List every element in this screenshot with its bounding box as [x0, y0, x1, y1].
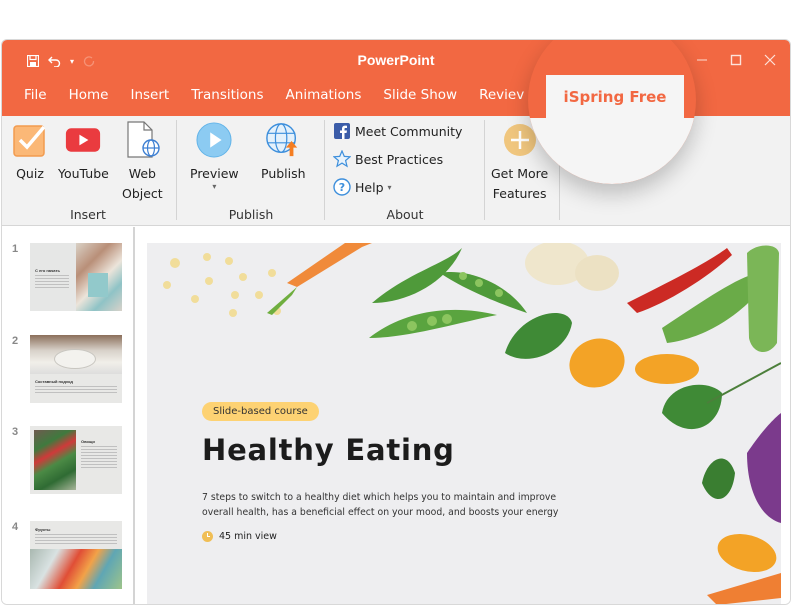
web-object-button[interactable]: Web Object — [122, 121, 163, 204]
group-label-about: About — [386, 207, 424, 222]
powerpoint-window: ▾ PowerPoint File Home Insert Transition… — [1, 39, 791, 605]
group-label-insert: Insert — [70, 207, 106, 222]
ribbon-group-about: Meet Community Best Practices ? Help ▾ A… — [325, 120, 485, 224]
web-object-icon — [124, 121, 161, 158]
help-icon: ? — [333, 178, 351, 196]
facebook-icon — [333, 122, 351, 140]
svg-text:?: ? — [339, 181, 345, 194]
star-icon — [333, 150, 351, 168]
tab-slide-show[interactable]: Slide Show — [372, 82, 468, 116]
slide-editor: Slide-based course Healthy Eating 7 step… — [137, 227, 790, 604]
slide-thumbnail-4[interactable]: 4 Фрукты — [2, 521, 132, 591]
slide-thumbnails-panel[interactable]: 1 С его начать 2 Составный подход 3 Овощ… — [2, 227, 135, 604]
ribbon-tabs: File Home Insert Transitions Animations … — [2, 82, 535, 116]
tab-transitions[interactable]: Transitions — [180, 82, 274, 116]
slide-title: Healthy Eating — [202, 433, 455, 467]
tab-ispring-free[interactable]: iSpring Free — [546, 75, 684, 118]
ribbon-group-insert: Quiz YouTube Web Object Insert — [2, 120, 174, 224]
tab-review[interactable]: Reviev — [468, 82, 535, 116]
slide-thumbnail-2[interactable]: 2 Составный подход — [2, 335, 132, 405]
help-dropdown-icon[interactable]: ▾ — [388, 183, 392, 192]
duration-info: 45 min view — [202, 531, 277, 542]
globe-upload-icon — [265, 122, 301, 158]
minimize-icon[interactable] — [696, 54, 708, 66]
tab-home[interactable]: Home — [58, 82, 120, 116]
preview-dropdown-icon[interactable]: ▾ — [212, 182, 216, 191]
close-icon[interactable] — [764, 54, 776, 66]
slide-thumbnail-1[interactable]: 1 С его начать — [2, 243, 132, 313]
tab-animations[interactable]: Animations — [275, 82, 373, 116]
tab-file[interactable]: File — [2, 82, 58, 116]
window-controls — [696, 54, 776, 66]
preview-button[interactable]: Preview ▾ — [190, 122, 239, 191]
slide-4-preview: Фрукты — [30, 521, 122, 589]
maximize-icon[interactable] — [730, 54, 742, 66]
tab-insert[interactable]: Insert — [119, 82, 180, 116]
best-practices-button[interactable]: Best Practices — [333, 150, 443, 168]
slide-thumbnail-3[interactable]: 3 Овощи — [2, 426, 132, 496]
meet-community-button[interactable]: Meet Community — [333, 122, 462, 140]
clock-icon — [202, 531, 213, 542]
slide-1-preview: С его начать — [30, 243, 122, 311]
slide-2-preview: Составный подход — [30, 335, 122, 403]
vegetables-background-image — [163, 243, 781, 604]
youtube-icon — [65, 122, 101, 158]
course-type-badge: Slide-based course — [202, 402, 319, 421]
help-button[interactable]: ? Help ▾ — [333, 178, 392, 196]
ispring-tab-spotlight: iSpring Free — [528, 40, 696, 184]
group-label-publish: Publish — [228, 207, 274, 222]
youtube-button[interactable]: YouTube — [58, 122, 109, 184]
publish-button[interactable]: Publish — [261, 122, 306, 184]
play-icon — [196, 122, 232, 158]
ribbon-group-publish: Preview ▾ Publish Publish — [177, 120, 325, 224]
quiz-checkbox-icon — [12, 122, 48, 158]
slide-description: 7 steps to switch to a healthy diet whic… — [202, 492, 559, 518]
slide-3-preview: Овощи — [30, 426, 122, 494]
current-slide[interactable]: Slide-based course Healthy Eating 7 step… — [147, 243, 781, 604]
quiz-button[interactable]: Quiz — [12, 122, 48, 184]
